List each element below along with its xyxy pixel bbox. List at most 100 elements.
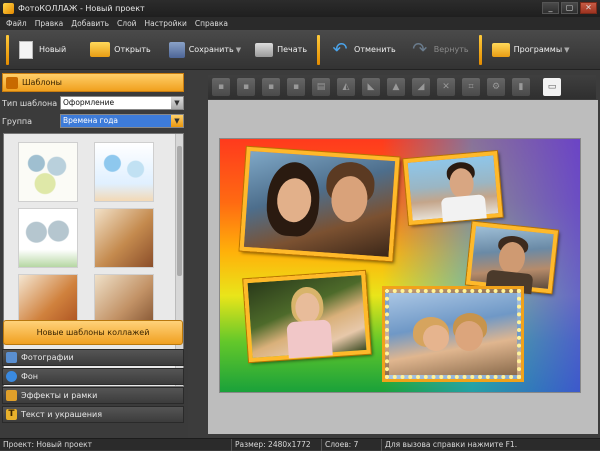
status-project: Проект: Новый проект xyxy=(0,438,232,451)
new-collage-templates-button[interactable]: Новые шаблоны коллажей xyxy=(3,320,183,345)
new-button[interactable]: Новый xyxy=(15,35,70,65)
print-button[interactable]: Печать xyxy=(251,35,311,65)
canvas-toolbar: ▪ ▪ ▪ ▪ ▤ ◭ ◣ ▲ ◢ ✕ ⌗ ⚙ ▮ ▭ xyxy=(208,75,596,99)
template-thumbnail[interactable] xyxy=(94,142,154,202)
toolbar-separator xyxy=(317,34,321,65)
undo-arrow-icon: ↶ xyxy=(332,38,348,60)
programs-icon xyxy=(491,42,510,57)
scrollbar-thumb[interactable] xyxy=(177,146,182,276)
photo-frame-couple[interactable] xyxy=(239,146,400,262)
templates-header-label: Шаблоны xyxy=(22,78,62,87)
window-controls: _ ▢ ✕ xyxy=(542,2,597,14)
floppy-disk-icon xyxy=(168,41,185,58)
folder-icon xyxy=(90,42,111,57)
templates-section-header[interactable]: Шаблоны xyxy=(2,73,184,92)
save-dropdown-icon[interactable]: ▼ xyxy=(236,46,241,54)
new-label: Новый xyxy=(39,45,67,54)
bring-to-front-icon[interactable]: ▪ xyxy=(212,78,230,96)
status-layers: Слоев: 7 xyxy=(322,438,382,451)
group-select[interactable]: Времена года ▼ xyxy=(60,114,184,128)
photo-frame-man-portrait[interactable] xyxy=(465,221,559,295)
chevron-down-icon[interactable]: ▼ xyxy=(171,115,183,127)
delete-icon[interactable]: ✕ xyxy=(437,78,455,96)
programs-dropdown-icon[interactable]: ▼ xyxy=(564,46,569,54)
maximize-button[interactable]: ▢ xyxy=(561,2,578,14)
redo-arrow-icon: ↷ xyxy=(412,38,428,60)
menu-add[interactable]: Добавить xyxy=(67,19,113,28)
photo-frame-kiss[interactable] xyxy=(385,289,521,379)
photo-content xyxy=(455,321,483,351)
toolbar-separator xyxy=(6,34,9,65)
menu-bar: Файл Правка Добавить Слой Настройки Спра… xyxy=(0,17,600,30)
group-row: Группа Времена года ▼ xyxy=(2,114,184,128)
status-size: Размер: 2480x1772 xyxy=(232,438,322,451)
open-button[interactable]: Открыть xyxy=(86,35,155,65)
app-window: ФотоКОЛЛАЖ - Новый проект _ ▢ ✕ Файл Пра… xyxy=(0,0,600,451)
undo-button[interactable]: ↶ Отменить xyxy=(326,35,400,65)
template-type-select[interactable]: Оформление ▼ xyxy=(60,96,184,110)
text-icon: T xyxy=(6,409,17,420)
programs-button[interactable]: Программы ▼ xyxy=(488,35,574,65)
chevron-down-icon[interactable]: ▼ xyxy=(171,97,183,109)
photo-frame-woman[interactable] xyxy=(243,270,371,363)
minimize-button[interactable]: _ xyxy=(542,2,559,14)
status-bar: Проект: Новый проект Размер: 2480x1772 С… xyxy=(0,438,600,451)
send-backward-icon[interactable]: ▪ xyxy=(262,78,280,96)
save-button[interactable]: Сохранить ▼ xyxy=(165,35,245,65)
send-to-back-icon[interactable]: ▪ xyxy=(287,78,305,96)
group-label: Группа xyxy=(2,116,33,126)
status-help: Для вызова справки нажмите F1. xyxy=(385,439,518,449)
photo-content xyxy=(423,325,449,351)
section-background[interactable]: Фон xyxy=(2,368,184,385)
flip-right-icon[interactable]: ◢ xyxy=(412,78,430,96)
menu-layer[interactable]: Слой xyxy=(113,19,141,28)
photos-icon xyxy=(6,352,17,363)
section-text[interactable]: T Текст и украшения xyxy=(2,406,184,423)
crop-icon[interactable]: ⌗ xyxy=(462,78,480,96)
menu-edit[interactable]: Правка xyxy=(31,19,68,28)
photo-frame-man-beach[interactable] xyxy=(403,151,503,225)
menu-help[interactable]: Справка xyxy=(191,19,232,28)
lock-icon[interactable]: ▮ xyxy=(512,78,530,96)
open-label: Открыть xyxy=(114,45,151,54)
settings-gear-icon[interactable]: ⚙ xyxy=(487,78,505,96)
redo-label: Вернуть xyxy=(433,45,469,54)
menu-file[interactable]: Файл xyxy=(2,19,31,28)
save-label: Сохранить xyxy=(188,45,234,54)
section-effects[interactable]: Эффекты и рамки xyxy=(2,387,184,404)
flip-vertical-icon[interactable]: ▲ xyxy=(387,78,405,96)
page-icon[interactable]: ▭ xyxy=(543,78,561,96)
template-thumbnail[interactable] xyxy=(18,142,78,202)
template-thumbnail[interactable] xyxy=(94,208,154,268)
menu-settings[interactable]: Настройки xyxy=(141,19,191,28)
left-panel: Шаблоны Тип шаблона Оформление ▼ Группа … xyxy=(0,71,188,438)
workspace xyxy=(208,100,598,434)
toolbar-separator xyxy=(478,34,482,65)
template-type-label: Тип шаблона xyxy=(2,98,58,108)
window-title: ФотоКОЛЛАЖ - Новый проект xyxy=(18,4,145,13)
main-toolbar: Новый Открыть Сохранить ▼ Печать ↶ Отмен… xyxy=(0,30,600,70)
collage-canvas[interactable] xyxy=(219,138,581,393)
template-thumbnail[interactable] xyxy=(18,208,78,268)
printer-icon xyxy=(255,42,274,57)
redo-button[interactable]: ↷ Вернуть xyxy=(406,35,473,65)
section-text-label: Текст и украшения xyxy=(21,410,103,419)
star-icon xyxy=(6,76,18,89)
new-document-icon xyxy=(19,40,33,59)
section-background-label: Фон xyxy=(21,372,39,381)
flip-left-icon[interactable]: ◣ xyxy=(362,78,380,96)
photo-content xyxy=(440,194,487,223)
print-label: Печать xyxy=(277,45,308,54)
section-photos[interactable]: Фотографии xyxy=(2,349,184,366)
bring-forward-icon[interactable]: ▪ xyxy=(237,78,255,96)
photo-content xyxy=(286,319,333,359)
effects-icon xyxy=(6,390,17,401)
close-button[interactable]: ✕ xyxy=(580,2,597,14)
flip-horizontal-icon[interactable]: ◭ xyxy=(337,78,355,96)
background-icon xyxy=(6,371,17,382)
section-effects-label: Эффекты и рамки xyxy=(21,391,98,400)
template-type-value: Оформление xyxy=(63,98,115,107)
align-icon[interactable]: ▤ xyxy=(312,78,330,96)
group-value: Времена года xyxy=(63,116,118,125)
template-type-row: Тип шаблона Оформление ▼ xyxy=(2,96,184,110)
